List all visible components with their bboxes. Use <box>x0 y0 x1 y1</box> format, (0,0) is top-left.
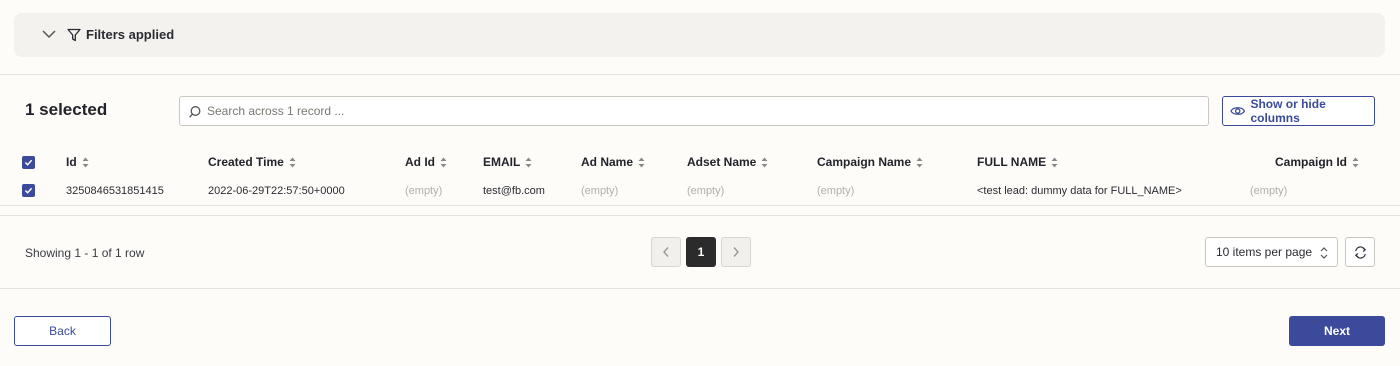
filter-icon <box>67 28 81 42</box>
chevron-left-icon <box>663 247 669 257</box>
filters-label: Filters applied <box>86 27 175 42</box>
cell-created-time: 2022-06-29T22:57:50+0000 <box>208 185 345 197</box>
search-input[interactable] <box>207 97 1197 125</box>
column-header-full-name[interactable]: FULL NAME <box>977 155 1058 169</box>
sort-icon <box>82 157 89 167</box>
cell-id: 3250846531851415 <box>66 185 164 197</box>
cell-adset-name: (empty) <box>687 185 725 197</box>
column-header-adset-name[interactable]: Adset Name <box>687 155 768 169</box>
cell-full-name: <test lead: dummy data for FULL_NAME> <box>977 185 1182 197</box>
showing-rows-text: Showing 1 - 1 of 1 row <box>25 246 145 260</box>
eye-icon <box>1230 107 1246 115</box>
search-icon <box>189 106 201 118</box>
row-checkbox[interactable] <box>22 184 35 197</box>
column-header-created-time[interactable]: Created Time <box>208 155 296 169</box>
chevron-right-icon <box>733 247 739 257</box>
next-button[interactable]: Next <box>1289 316 1385 346</box>
table-bottom-border <box>0 205 1400 206</box>
previous-page-button[interactable] <box>651 237 681 267</box>
cell-email: test@fb.com <box>483 185 545 197</box>
sort-icon <box>289 157 296 167</box>
items-per-page-value: 10 items per page <box>1216 245 1313 259</box>
sort-icon <box>1051 157 1058 167</box>
refresh-icon <box>1354 245 1366 259</box>
cell-ad-id: (empty) <box>405 185 443 197</box>
cell-campaign-id: (empty) <box>1250 185 1288 197</box>
sort-icon <box>761 157 768 167</box>
column-header-id[interactable]: Id <box>66 155 89 169</box>
search-box[interactable] <box>179 96 1209 126</box>
back-button[interactable]: Back <box>14 316 111 346</box>
column-header-ad-id[interactable]: Ad Id <box>405 155 447 169</box>
select-arrows-icon <box>1320 247 1328 259</box>
check-icon <box>24 187 33 194</box>
chevron-down-icon[interactable] <box>41 28 57 40</box>
column-header-ad-name[interactable]: Ad Name <box>581 155 645 169</box>
column-header-campaign-name[interactable]: Campaign Name <box>817 155 923 169</box>
check-icon <box>24 159 33 166</box>
items-per-page-select[interactable]: 10 items per page <box>1205 237 1338 267</box>
filters-panel[interactable]: Filters applied <box>14 13 1385 57</box>
show-hide-columns-button[interactable]: Show or hide columns <box>1222 96 1375 126</box>
sort-icon <box>916 157 923 167</box>
next-page-button[interactable] <box>721 237 751 267</box>
column-header-campaign-id[interactable]: Campaign Id <box>1275 155 1359 169</box>
cell-campaign-name: (empty) <box>817 185 855 197</box>
page-button-current[interactable]: 1 <box>686 237 716 267</box>
show-hide-columns-label: Show or hide columns <box>1250 97 1326 125</box>
select-all-checkbox[interactable] <box>22 156 35 169</box>
divider <box>0 288 1400 289</box>
selected-count: 1 selected <box>25 100 108 119</box>
refresh-button[interactable] <box>1345 237 1375 267</box>
sort-icon <box>525 157 532 167</box>
sort-icon <box>440 157 447 167</box>
cell-ad-name: (empty) <box>581 185 619 197</box>
column-header-email[interactable]: EMAIL <box>483 155 532 169</box>
sort-icon <box>638 157 645 167</box>
divider <box>0 215 1400 216</box>
sort-icon <box>1352 157 1359 167</box>
divider <box>0 74 1400 75</box>
